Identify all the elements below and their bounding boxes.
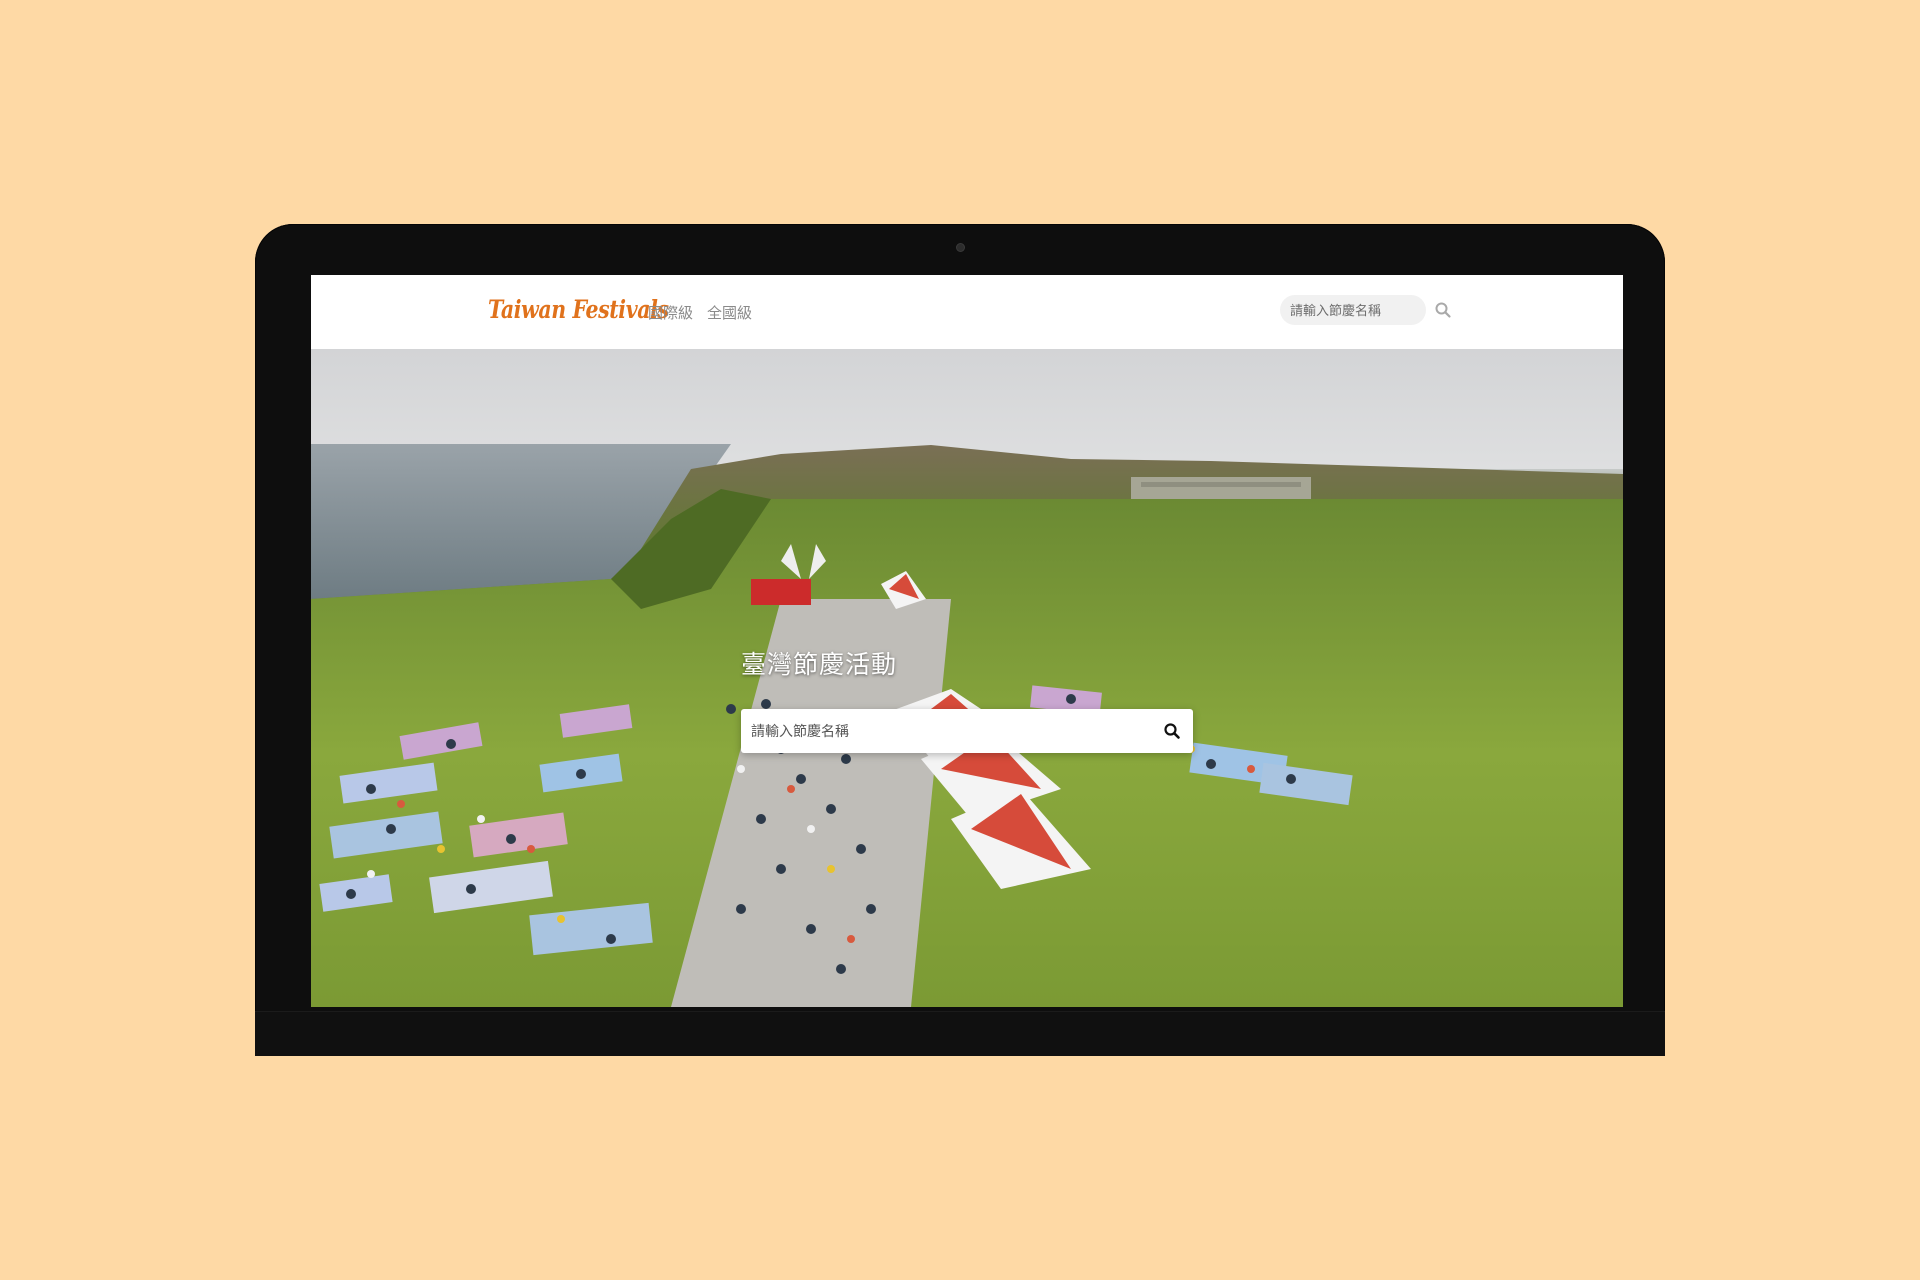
camera-dot [957,244,964,251]
search-icon[interactable] [1163,722,1181,740]
nav-item-national[interactable]: 全國級 [707,302,752,323]
monitor-chin [255,1011,1665,1056]
site-logo[interactable]: Taiwan Festivals [488,295,669,324]
nav-item-international[interactable]: 國際級 [648,302,693,323]
hero-title: 臺灣節慶活動 [741,651,898,679]
hero-banner: 臺灣節慶活動 [311,349,1623,1007]
main-nav: 國際級 全國級 [648,302,752,323]
search-icon[interactable] [1434,301,1452,319]
site-header: Taiwan Festivals 國際級 全國級 [311,275,1623,350]
hero-search-box [741,709,1193,753]
stage: Taiwan Festivals 國際級 全國級 請輸入節慶名稱 臺灣節慶活動 … [0,0,1920,1280]
header-search-input[interactable] [1280,295,1426,325]
header-search-box [1280,295,1426,325]
screen: Taiwan Festivals 國際級 全國級 請輸入節慶名稱 臺灣節慶活動 … [311,275,1623,1007]
hero-background-image [311,349,1623,1007]
hero-search-input[interactable] [741,709,1141,753]
